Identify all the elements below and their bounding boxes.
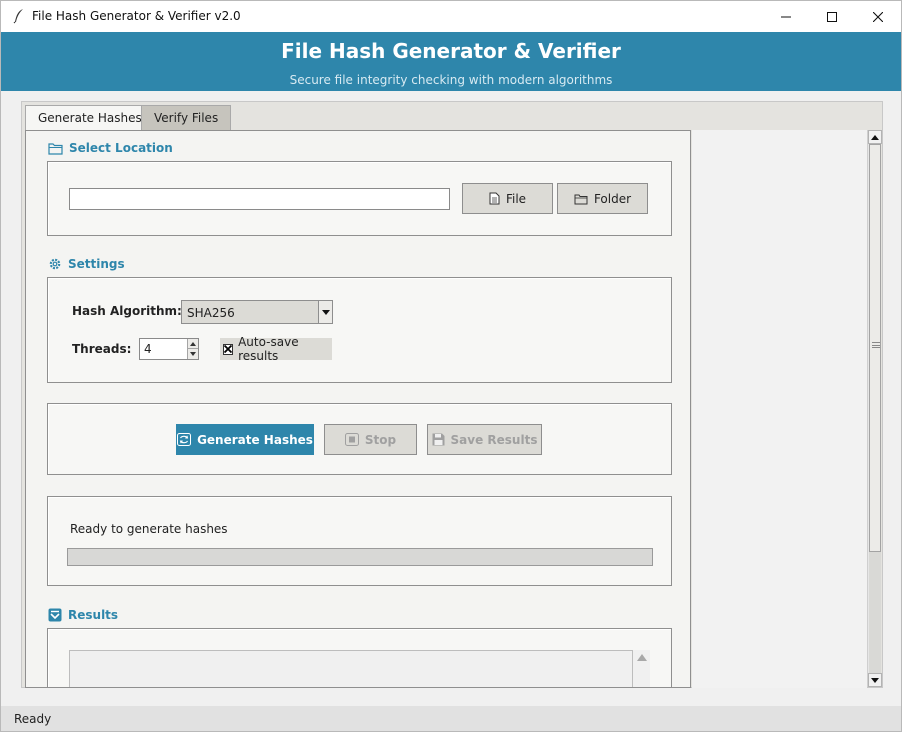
app-header: File Hash Generator & Verifier Secure fi… [1,32,901,91]
select-location-heading: Select Location [48,141,173,155]
header-title: File Hash Generator & Verifier [281,39,621,63]
tab-content-filler [692,130,867,688]
threads-label: Threads: [72,342,132,356]
maximize-button[interactable] [809,1,855,32]
results-box-icon [48,608,62,622]
generate-hashes-button[interactable]: Generate Hashes [176,424,314,455]
close-button[interactable] [855,1,901,32]
results-heading: Results [48,608,118,622]
save-results-label: Save Results [450,432,538,447]
tab-verify-files[interactable]: Verify Files [141,105,232,130]
scroll-up-button[interactable] [868,130,882,144]
threads-spinbox[interactable]: 4 [139,338,199,360]
folder-button[interactable]: Folder [557,183,648,214]
progress-bar [67,548,653,566]
spin-up-icon[interactable] [188,339,198,349]
results-text[interactable] [69,650,633,687]
select-location-frame: File Folder [47,161,672,236]
close-icon [873,11,883,22]
minimize-icon [781,16,791,17]
title-bar[interactable]: File Hash Generator & Verifier v2.0 [1,1,901,32]
dropdown-button[interactable] [318,301,332,323]
checkbox-checked-icon[interactable] [223,343,234,355]
chevron-down-icon [321,309,330,315]
threads-value: 4 [144,342,152,356]
tab-notebook: Generate Hashes Verify Files Select Loca… [21,101,883,688]
tab-generate-hashes[interactable]: Generate Hashes [25,105,155,131]
scroll-up-icon[interactable] [636,654,647,661]
folder-button-label: Folder [593,191,632,206]
scroll-thumb[interactable] [869,144,881,552]
scroll-down-icon [871,677,879,683]
generate-tab-page: Select Location File Folder Settings Has… [25,130,691,688]
window-title: File Hash Generator & Verifier v2.0 [32,9,241,23]
generate-hashes-label: Generate Hashes [197,432,313,447]
select-location-label: Select Location [69,141,173,155]
status-text: Ready [14,712,52,726]
progress-status: Ready to generate hashes [70,522,228,536]
folder-icon [48,142,63,155]
save-results-button[interactable]: Save Results [427,424,542,455]
feather-icon [13,9,23,24]
settings-frame: Hash Algorithm: SHA256 Threads: 4 Auto-s… [47,277,672,383]
scroll-down-button[interactable] [868,673,882,687]
results-frame [47,628,672,687]
scroll-up-icon [871,134,879,140]
results-scrollbar[interactable] [633,650,650,687]
settings-heading: Settings [48,257,125,271]
scroll-grip-icon [872,342,880,348]
hash-algorithm-select[interactable]: SHA256 [181,300,333,324]
spin-arrows[interactable] [187,339,198,359]
folder-icon [574,194,588,204]
maximize-icon [827,11,837,22]
hash-algorithm-value: SHA256 [187,306,235,320]
settings-label: Settings [68,257,125,271]
stop-button[interactable]: Stop [324,424,417,455]
hash-algorithm-label: Hash Algorithm: [72,304,182,318]
file-button[interactable]: File [462,183,553,214]
stop-label: Stop [364,432,397,447]
progress-frame: Ready to generate hashes [47,496,672,586]
save-icon [432,433,445,446]
autosave-checkbox[interactable]: Auto-save results [220,335,332,363]
spin-down-icon[interactable] [188,349,198,359]
results-label: Results [68,608,119,622]
main-scrollbar[interactable] [867,130,882,687]
file-icon [489,192,500,205]
actions-frame: Generate Hashes Stop Save Results [47,403,672,475]
gear-icon [49,258,61,270]
refresh-icon [177,433,192,446]
header-subtitle: Secure file integrity checking with mode… [289,73,613,87]
stop-icon [344,433,359,446]
app-window: File Hash Generator & Verifier v2.0 File… [0,0,902,732]
file-button-label: File [505,191,527,206]
autosave-label: Auto-save results [238,335,299,363]
minimize-button[interactable] [763,1,809,32]
status-bar: Ready [1,706,901,731]
path-input[interactable] [69,188,450,210]
